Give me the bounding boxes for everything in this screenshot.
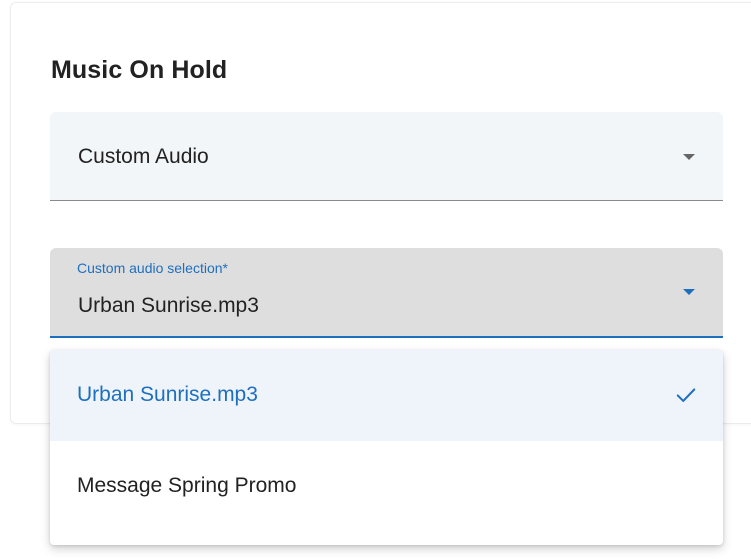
music-source-select-value: Custom Audio xyxy=(78,145,209,168)
section-title: Music On Hold xyxy=(51,56,228,84)
menu-item-label: Urban Sunrise.mp3 xyxy=(77,383,258,406)
music-source-select[interactable]: Custom Audio xyxy=(50,112,723,201)
menu-item-message-spring-promo[interactable]: Message Spring Promo xyxy=(50,441,723,532)
custom-audio-select[interactable]: Custom audio selection* Urban Sunrise.mp… xyxy=(50,248,723,338)
custom-audio-select-value: Urban Sunrise.mp3 xyxy=(78,294,259,317)
custom-audio-select-label: Custom audio selection* xyxy=(77,260,228,276)
caret-down-icon xyxy=(683,289,695,295)
check-icon xyxy=(676,388,696,402)
menu-item-urban-sunrise[interactable]: Urban Sunrise.mp3 xyxy=(50,350,723,441)
caret-down-icon xyxy=(683,154,695,160)
page: Music On Hold Custom Audio Custom audio … xyxy=(0,0,751,559)
menu-item-label: Message Spring Promo xyxy=(77,474,297,497)
custom-audio-dropdown-menu: Urban Sunrise.mp3 Message Spring Promo xyxy=(50,350,723,545)
